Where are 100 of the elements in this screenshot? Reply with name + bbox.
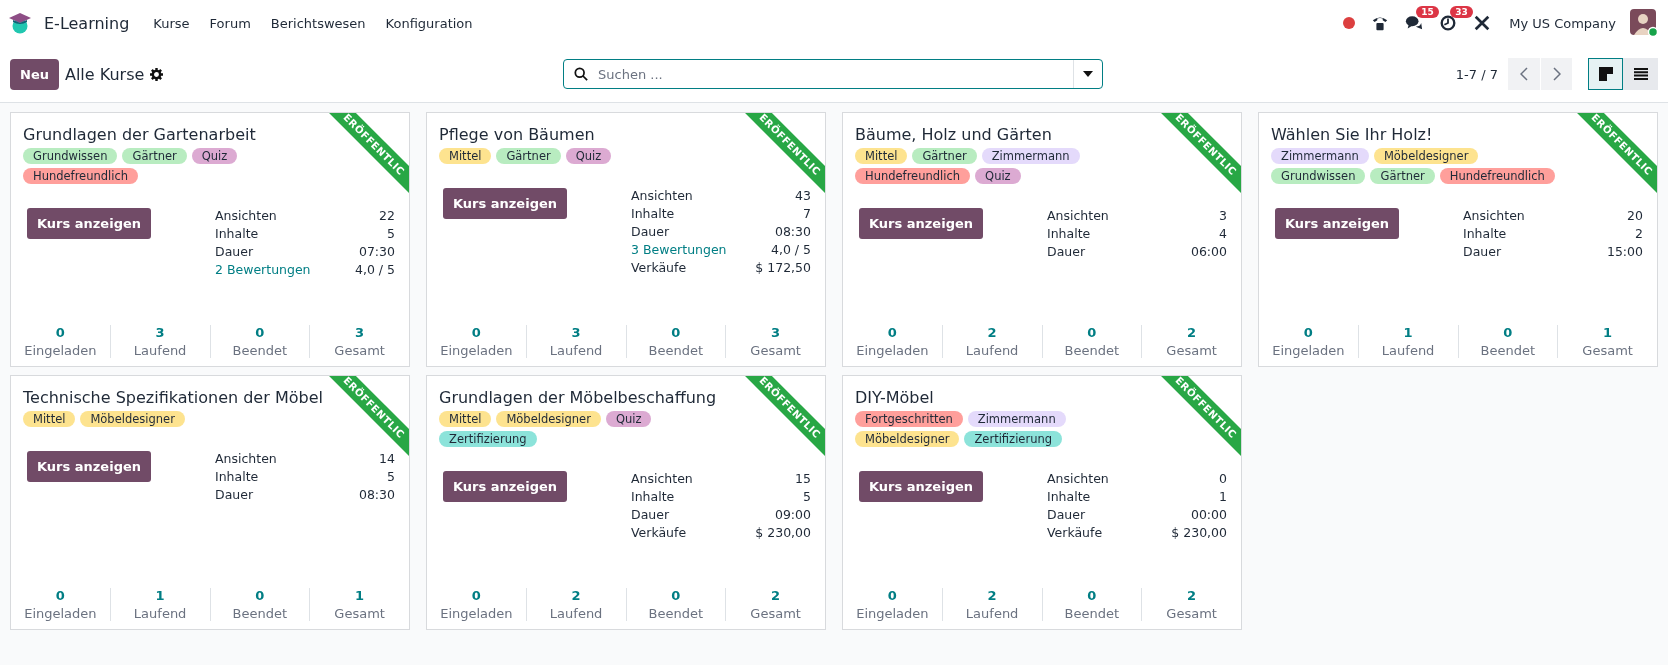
settings-icon[interactable]: [150, 67, 164, 81]
kanban-view-button[interactable]: [1588, 58, 1623, 90]
tag: Grundwissen: [23, 148, 118, 164]
counter-label: Laufend: [133, 606, 187, 621]
ratings-link[interactable]: 3 Bewertungen: [631, 242, 727, 257]
counter-label: Laufend: [965, 606, 1019, 621]
view-course-button[interactable]: Kurs anzeigen: [27, 208, 152, 239]
tag: Zimmermann: [967, 411, 1066, 427]
counter-value[interactable]: 0: [1503, 325, 1513, 340]
counter-value[interactable]: 0: [255, 325, 265, 340]
counter-value[interactable]: 0: [1087, 588, 1097, 603]
tag: Zertifizierung: [439, 431, 537, 447]
stat-value: 08:30: [358, 487, 395, 502]
counter-value[interactable]: 2: [1187, 588, 1197, 603]
counter-label: Beendet: [232, 606, 288, 621]
stat-value: 1: [1219, 489, 1227, 504]
stat-value: $ 172,50: [755, 260, 811, 275]
new-button[interactable]: Neu: [10, 58, 59, 90]
counter-value[interactable]: 0: [55, 325, 65, 340]
company-name[interactable]: My US Company: [1509, 15, 1616, 31]
tag: Gärtner: [912, 148, 977, 164]
view-course-button[interactable]: Kurs anzeigen: [859, 471, 984, 502]
graduation-cap-icon[interactable]: [8, 12, 32, 34]
counter-value[interactable]: 1: [1403, 325, 1413, 340]
stat-value: 7: [803, 206, 811, 221]
status-dot-icon[interactable]: [1343, 17, 1356, 29]
stat-label: Inhalte: [631, 206, 675, 221]
list-view-button[interactable]: [1623, 58, 1658, 90]
menu-item[interactable]: Kurse: [143, 15, 200, 31]
stat-value: 14: [379, 451, 395, 466]
counter-value[interactable]: 0: [671, 325, 681, 340]
counter-value[interactable]: 3: [355, 325, 365, 340]
search-field[interactable]: Suchen ...: [563, 59, 1103, 89]
counter-label: Laufend: [549, 606, 603, 621]
counter-value[interactable]: 0: [471, 325, 481, 340]
tag: Quiz: [975, 168, 1021, 184]
stat-label: Dauer: [215, 487, 254, 502]
counter-label: Laufend: [133, 343, 187, 358]
view-course-button[interactable]: Kurs anzeigen: [443, 471, 568, 502]
counter-value[interactable]: 2: [1187, 325, 1197, 340]
stat-label: Ansichten: [631, 188, 693, 203]
counter-value[interactable]: 1: [355, 588, 365, 603]
tag: Möbeldesigner: [1373, 148, 1479, 164]
view-course-button[interactable]: Kurs anzeigen: [859, 208, 984, 239]
menu-item[interactable]: Forum: [199, 15, 261, 31]
counter-value[interactable]: 3: [771, 325, 781, 340]
counter-value[interactable]: 0: [671, 588, 681, 603]
view-course-button[interactable]: Kurs anzeigen: [1275, 208, 1400, 239]
counter-value[interactable]: 0: [887, 588, 897, 603]
counter-label: Laufend: [1381, 343, 1435, 358]
tag: Fortgeschritten: [855, 411, 963, 427]
counter-value[interactable]: 2: [987, 588, 997, 603]
stat-value: 15: [795, 471, 811, 486]
menu-item[interactable]: Berichtswesen: [260, 15, 376, 31]
pager-value[interactable]: 1-7 / 7: [1455, 66, 1498, 82]
ratings-link[interactable]: 2 Bewertungen: [215, 262, 311, 277]
counter-value[interactable]: 0: [1303, 325, 1313, 340]
counter-value[interactable]: 3: [571, 325, 581, 340]
counter-value[interactable]: 0: [887, 325, 897, 340]
stat-label: Inhalte: [215, 226, 259, 241]
counter-value[interactable]: 0: [255, 588, 265, 603]
chevron-left-icon: [1520, 67, 1528, 81]
counter-value[interactable]: 1: [1603, 325, 1613, 340]
stat-value: 5: [387, 226, 395, 241]
clock-icon[interactable]: [1439, 14, 1458, 32]
avatar-icon[interactable]: [1630, 9, 1658, 37]
counter-value[interactable]: 3: [155, 325, 165, 340]
stat-label: Verkäufe: [1047, 525, 1103, 540]
counter-label: Laufend: [965, 343, 1019, 358]
menu-item[interactable]: Konfiguration: [375, 15, 483, 31]
view-course-button[interactable]: Kurs anzeigen: [443, 188, 568, 219]
stat-label: Dauer: [1047, 244, 1086, 259]
stat-value: 06:00: [1190, 244, 1227, 259]
counter-label: Gesamt: [1166, 606, 1217, 621]
counter-value[interactable]: 1: [155, 588, 165, 603]
chat-icon[interactable]: [1405, 14, 1424, 32]
counter-label: Gesamt: [334, 606, 385, 621]
stat-label: Ansichten: [631, 471, 693, 486]
search-input[interactable]: Suchen ...: [596, 65, 1073, 83]
counter-label: Eingeladen: [440, 606, 513, 621]
counter-value[interactable]: 0: [1087, 325, 1097, 340]
stat-label: Inhalte: [631, 489, 675, 504]
counter-label: Gesamt: [750, 343, 801, 358]
app-name[interactable]: E-Learning: [44, 13, 130, 33]
stat-value: $ 230,00: [1171, 525, 1227, 540]
counter-value[interactable]: 0: [55, 588, 65, 603]
counter-value[interactable]: 2: [771, 588, 781, 603]
view-course-button[interactable]: Kurs anzeigen: [27, 451, 152, 482]
stat-value: 5: [387, 469, 395, 484]
activity-count-badge: 33: [1450, 6, 1473, 18]
tag: Hundefreundlich: [23, 168, 139, 184]
stat-label: Inhalte: [1047, 489, 1091, 504]
tag: Mittel: [855, 148, 908, 164]
counter-label: Gesamt: [1582, 343, 1633, 358]
stat-value: 5: [803, 489, 811, 504]
counter-value[interactable]: 2: [571, 588, 581, 603]
tag: Hundefreundlich: [1439, 168, 1555, 184]
counter-value[interactable]: 2: [987, 325, 997, 340]
counter-value[interactable]: 0: [471, 588, 481, 603]
tag: Mittel: [23, 411, 76, 427]
